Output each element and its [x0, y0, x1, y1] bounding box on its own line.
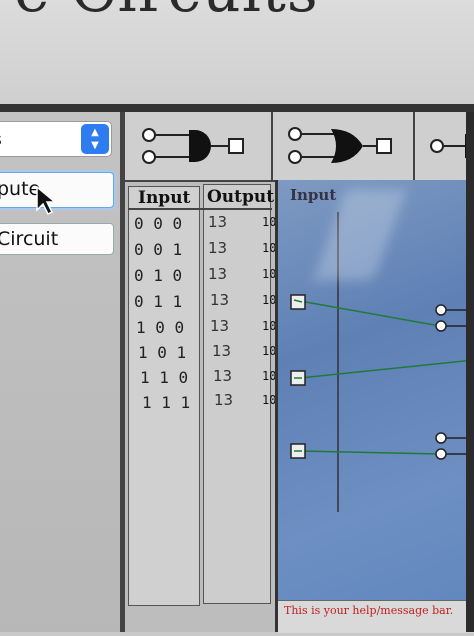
chevron-updown-icon: ▲ ▼: [81, 124, 109, 154]
input-switch-2[interactable]: [290, 370, 306, 386]
input-column-header: Input: [138, 188, 191, 208]
gate-input-pin[interactable]: [434, 303, 448, 317]
or-gate-icon: [288, 127, 392, 164]
or-gate-tool[interactable]: [273, 112, 415, 180]
table-row-input: 0 0 1: [134, 240, 183, 259]
table-row-input: 0 0 0: [134, 214, 183, 233]
table-row-input: 1 0 0: [136, 318, 185, 337]
and-gate-tool[interactable]: [125, 112, 273, 180]
canvas-input-label: Input: [290, 186, 337, 204]
mode-select[interactable]: s ▲▼: [0, 121, 112, 157]
output-column-header: Output: [207, 187, 275, 207]
table-row-output: 13: [212, 342, 232, 360]
table-row-input: 0 1 1: [134, 292, 183, 311]
gate-input-pin[interactable]: [434, 319, 448, 333]
and-gate-icon: [142, 128, 244, 164]
table-row-input: 1 1 0: [140, 368, 189, 387]
table-row-output: 13: [213, 367, 233, 385]
table-row-output: 13: [208, 213, 228, 231]
page-title: e Circuits: [14, 0, 319, 26]
table-row-output: 13: [214, 391, 234, 409]
table-row-output: 13: [210, 317, 230, 335]
gate-input-pin[interactable]: [434, 447, 448, 461]
window-frame-top: [0, 104, 474, 112]
table-row-input: 1 1 1: [142, 393, 191, 412]
table-row-input: 0 1 0: [134, 266, 183, 285]
table-row-output: 13: [208, 265, 228, 283]
mode-select-value: s: [0, 130, 2, 150]
table-row-output: 13: [208, 239, 228, 257]
table-row-output: 13: [210, 291, 230, 309]
header-divider: [128, 208, 272, 210]
circuit-button[interactable]: Circuit: [0, 223, 114, 255]
title-strip: e Circuits: [0, 0, 474, 105]
window-edge: [466, 112, 474, 632]
input-switch-3[interactable]: [290, 443, 306, 459]
gate-toolbar: [125, 112, 474, 182]
mouse-cursor-icon: [36, 186, 58, 216]
status-message: This is your help/message bar.: [284, 604, 454, 617]
table-row-input: 1 0 1: [138, 343, 187, 362]
input-switch-1[interactable]: [290, 294, 306, 310]
gate-input-pin[interactable]: [434, 431, 448, 445]
